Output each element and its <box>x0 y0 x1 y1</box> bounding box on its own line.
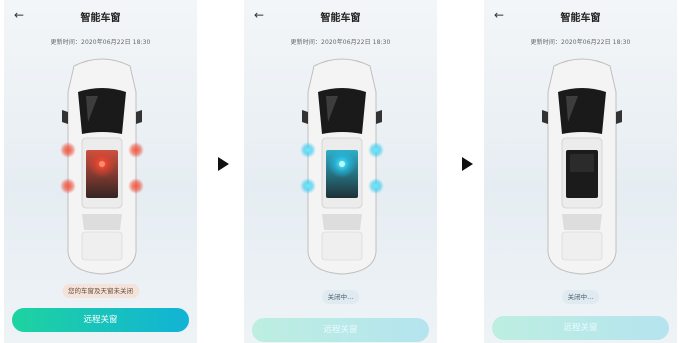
screen-2: ← 智能车窗 更新时间：2020年06月22日 18:30 关闭中... 远程关… <box>244 0 437 343</box>
screen-1: ← 智能车窗 更新时间：2020年06月22日 18:30 您的车窗及天窗未关闭… <box>4 0 197 343</box>
update-time: 更新时间：2020年06月22日 18:30 <box>290 39 391 46</box>
update-time: 更新时间：2020年06月22日 18:30 <box>50 39 151 46</box>
page-title: 智能车窗 <box>320 13 361 24</box>
car-svg <box>300 58 384 275</box>
remote-close-window-button[interactable]: 远程关窗 <box>492 316 669 340</box>
update-time: 更新时间：2020年06月22日 18:30 <box>530 39 631 46</box>
status-badge: 关闭中... <box>321 290 360 304</box>
page-title: 智能车窗 <box>560 13 601 24</box>
car-svg <box>60 58 144 275</box>
car-top-view <box>532 52 632 278</box>
page-title: 智能车窗 <box>80 13 121 24</box>
right-arrow-icon <box>459 155 475 173</box>
car-top-view <box>52 52 152 278</box>
remote-close-window-button[interactable]: 远程关窗 <box>252 318 429 342</box>
car-svg <box>542 58 622 275</box>
screen-3: ← 智能车窗 更新时间：2020年06月22日 18:30 关闭中... 远程关… <box>484 0 677 343</box>
car-top-view <box>292 52 392 278</box>
status-badge: 关闭中... <box>561 290 600 304</box>
right-arrow-icon <box>215 155 231 173</box>
status-badge: 您的车窗及天窗未关闭 <box>62 284 139 298</box>
remote-close-window-button[interactable]: 远程关窗 <box>12 308 189 332</box>
